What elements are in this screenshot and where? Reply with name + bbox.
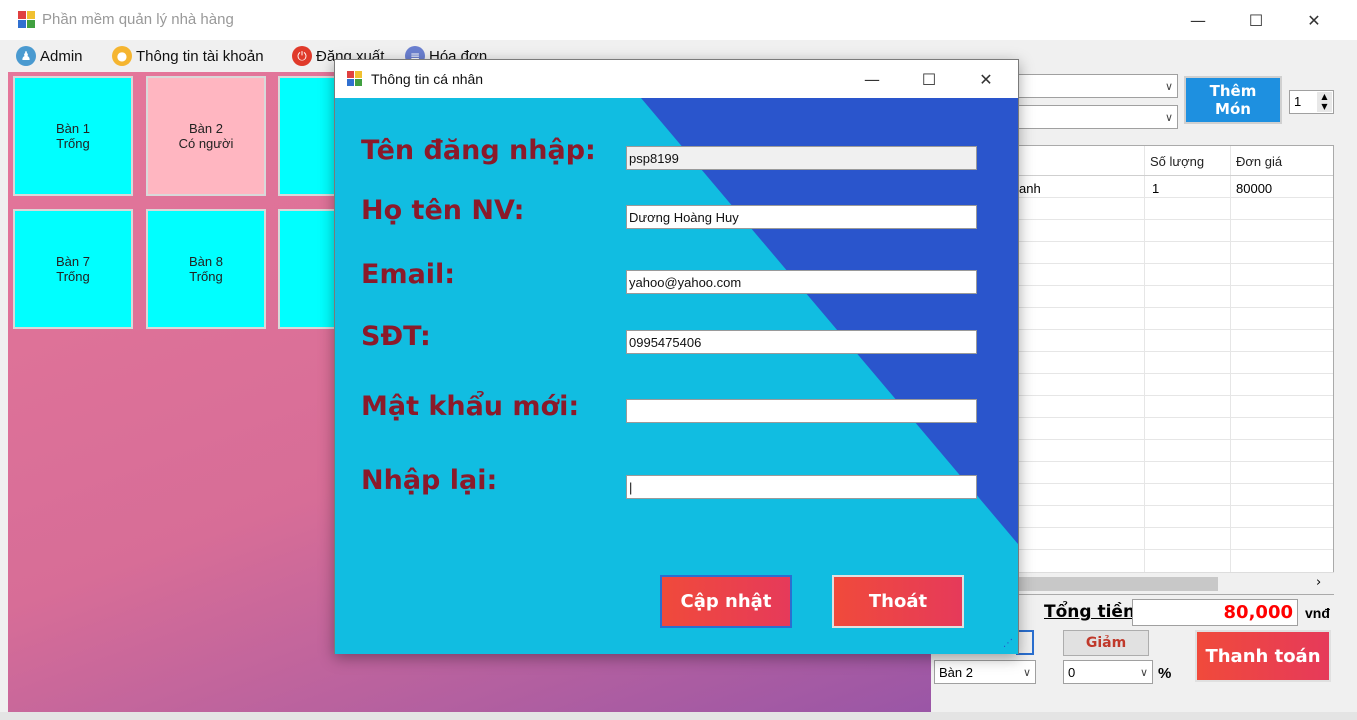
menu-account-info[interactable]: ● Thông tin tài khoản: [112, 44, 264, 68]
chevron-down-icon: ∨: [1164, 79, 1173, 93]
grid-cell-price: 80000: [1236, 181, 1273, 196]
percent-label: %: [1158, 665, 1172, 682]
add-food-button[interactable]: Thêm Món: [1184, 76, 1282, 124]
new-password-field[interactable]: [626, 399, 977, 423]
dialog-minimize-button[interactable]: —: [849, 60, 895, 98]
table-status: Trống: [56, 136, 90, 151]
menu-account-label: Thông tin tài khoản: [136, 47, 264, 65]
total-label: Tổng tiền:: [1044, 602, 1142, 622]
main-close-button[interactable]: ✕: [1291, 0, 1337, 40]
phone-field[interactable]: 0995475406: [626, 330, 977, 354]
scroll-thumb[interactable]: [1018, 577, 1218, 591]
phone-label: SĐT:: [361, 321, 431, 352]
table-name: Bàn 1: [56, 121, 90, 136]
dialog-body: Tên đăng nhập: Họ tên NV: Email: SĐT: Mậ…: [335, 98, 1018, 654]
switch-table-combo[interactable]: Bàn 2 ∨: [934, 660, 1036, 684]
dialog-close-button[interactable]: ✕: [963, 60, 1009, 98]
table-status: Trống: [189, 269, 223, 284]
table-name: Bàn 8: [189, 254, 223, 269]
menu-admin-label: Admin: [40, 47, 83, 65]
dialog-background-shape: [641, 98, 1018, 544]
table-name: Bàn 7: [56, 254, 90, 269]
resize-grip-icon[interactable]: ⋰: [1003, 638, 1015, 650]
food-combo[interactable]: ∨: [1010, 105, 1178, 129]
stepper-down-icon[interactable]: ▼: [1317, 102, 1332, 112]
stepper-up-icon[interactable]: ▲: [1317, 92, 1332, 102]
grid-horizontal-scrollbar[interactable]: ›: [1018, 572, 1334, 594]
dialog-maximize-button[interactable]: ☐: [906, 60, 952, 98]
table-button[interactable]: Bàn 1 Trống: [13, 76, 133, 196]
power-icon: ⏻: [292, 46, 312, 66]
discount-value: 0: [1068, 664, 1076, 680]
dialog-title: Thông tin cá nhân: [371, 71, 484, 87]
checkout-button[interactable]: Thanh toán: [1195, 630, 1331, 682]
chevron-down-icon: ∨: [1022, 665, 1031, 679]
table-status: Trống: [56, 269, 90, 284]
confirm-password-field[interactable]: |: [626, 475, 977, 499]
menu-admin[interactable]: ♟ Admin: [16, 44, 83, 68]
switch-table-value: Bàn 2: [939, 664, 973, 680]
table-button[interactable]: Bàn 7 Trống: [13, 209, 133, 329]
dialog-app-icon: [347, 71, 363, 87]
currency-label: vnđ: [1305, 605, 1330, 621]
update-button[interactable]: Cập nhật: [660, 575, 792, 628]
grid-header-price: Đơn giá: [1236, 154, 1283, 169]
grid-cell-name: anh: [1019, 181, 1041, 196]
grid-cell-quantity: 1: [1152, 181, 1160, 196]
main-window-title: Phần mềm quản lý nhà hàng: [42, 11, 234, 28]
new-password-label: Mật khẩu mới:: [361, 391, 580, 422]
scroll-right-icon[interactable]: ›: [1316, 575, 1321, 590]
fullname-label: Họ tên NV:: [361, 195, 525, 226]
table-status: Có người: [178, 136, 234, 151]
personal-info-dialog: Thông tin cá nhân — ☐ ✕ Tên đăng nhập: H…: [334, 59, 1019, 654]
table-button[interactable]: Bàn 8 Trống: [146, 209, 266, 329]
status-strip: [0, 712, 1357, 720]
main-minimize-button[interactable]: —: [1175, 0, 1221, 40]
account-icon: ●: [112, 46, 132, 66]
bill-grid[interactable]: Số lượng Đơn giá anh 1 80000: [1018, 145, 1334, 595]
discount-combo[interactable]: 0 ∨: [1063, 660, 1153, 684]
username-label: Tên đăng nhập:: [361, 135, 596, 166]
main-maximize-button[interactable]: ☐: [1233, 0, 1279, 40]
fullname-field[interactable]: Dương Hoàng Huy: [626, 205, 977, 229]
food-category-combo[interactable]: ∨: [1010, 74, 1178, 98]
exit-button[interactable]: Thoát: [832, 575, 964, 628]
username-field[interactable]: psp8199: [626, 146, 977, 170]
grid-header-quantity: Số lượng: [1150, 154, 1205, 169]
table-button[interactable]: Bàn 2 Có người: [146, 76, 266, 196]
table-name: Bàn 2: [189, 121, 223, 136]
admin-icon: ♟: [16, 46, 36, 66]
quantity-stepper[interactable]: 1 ▲ ▼: [1289, 90, 1334, 114]
confirm-password-label: Nhập lại:: [361, 465, 498, 496]
chevron-down-icon: ∨: [1139, 665, 1148, 679]
total-value-field: 80,000: [1132, 599, 1298, 626]
quantity-value: 1: [1294, 94, 1302, 109]
discount-button[interactable]: Giảm: [1063, 630, 1149, 656]
chevron-down-icon: ∨: [1164, 110, 1173, 124]
email-label: Email:: [361, 259, 456, 290]
app-icon: [18, 11, 36, 29]
email-field[interactable]: yahoo@yahoo.com: [626, 270, 977, 294]
